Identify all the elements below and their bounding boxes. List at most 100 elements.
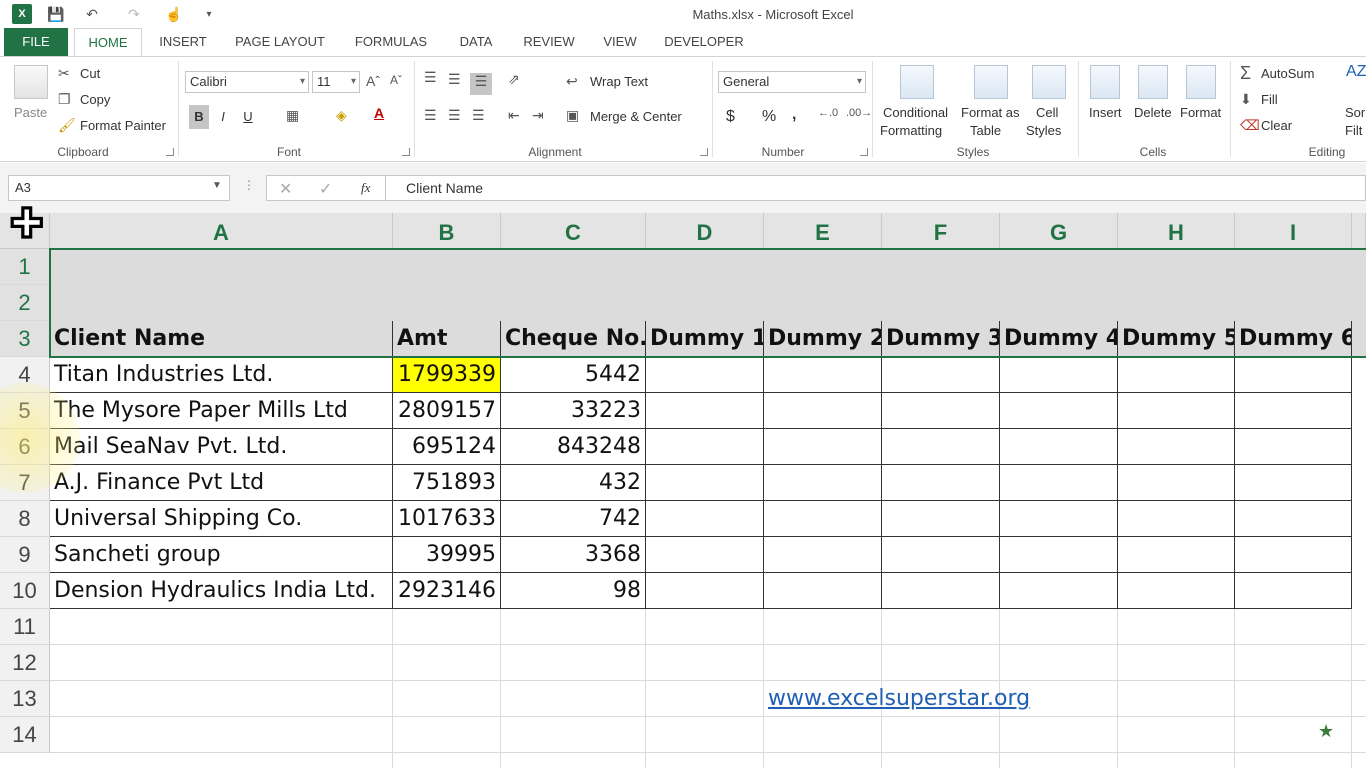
font-launcher-icon[interactable]	[402, 148, 410, 156]
format-cells-icon[interactable]	[1186, 65, 1216, 99]
cell-styles-label-2[interactable]: Styles	[1026, 123, 1061, 138]
enter-icon[interactable]: ✓	[319, 179, 332, 199]
row-header-14[interactable]: 14	[0, 717, 50, 753]
name-box[interactable]: A3	[8, 175, 230, 201]
wrap-text-button[interactable]: Wrap Text	[590, 74, 648, 89]
row-header-13[interactable]: 13	[0, 681, 50, 717]
cell-c9[interactable]: 3368	[501, 537, 646, 573]
font-color-icon[interactable]: A	[374, 105, 384, 121]
align-center-icon[interactable]: ☰	[448, 107, 461, 124]
cell-a9[interactable]: Sancheti group	[50, 537, 393, 573]
row-header-12[interactable]: 12	[0, 645, 50, 681]
tab-home[interactable]: HOME	[74, 28, 142, 57]
conditional-formatting-label-2[interactable]: Formatting	[880, 123, 942, 138]
row-header-11[interactable]: 11	[0, 609, 50, 645]
number-format-select[interactable]: General	[718, 71, 866, 93]
alignment-launcher-icon[interactable]	[700, 148, 708, 156]
align-right-icon[interactable]: ☰	[472, 107, 485, 124]
cell-a4[interactable]: Titan Industries Ltd.	[50, 357, 393, 393]
percent-button[interactable]: %	[762, 108, 776, 126]
tab-review[interactable]: REVIEW	[516, 28, 582, 56]
cell-b8[interactable]: 1017633	[393, 501, 501, 537]
wrap-text-icon[interactable]: ↩	[566, 73, 578, 90]
decrease-indent-icon[interactable]: ⇤	[508, 107, 520, 124]
column-header-e[interactable]: E	[764, 213, 882, 249]
paste-icon[interactable]	[14, 65, 48, 99]
increase-indent-icon[interactable]: ⇥	[532, 107, 544, 124]
cut-button[interactable]: Cut	[80, 66, 100, 81]
tab-view[interactable]: VIEW	[594, 28, 646, 56]
cell-b4[interactable]: 1799339	[393, 357, 501, 393]
cell-b6[interactable]: 695124	[393, 429, 501, 465]
cell-b5[interactable]: 2809157	[393, 393, 501, 429]
insert-function-icon[interactable]: fx	[361, 180, 370, 196]
fill-button[interactable]: Fill	[1261, 92, 1278, 107]
cell-c6[interactable]: 843248	[501, 429, 646, 465]
cell-b9[interactable]: 39995	[393, 537, 501, 573]
row-header-10[interactable]: 10	[0, 573, 50, 609]
copy-button[interactable]: Copy	[80, 92, 110, 107]
autosum-icon[interactable]: Σ	[1240, 63, 1251, 84]
sort-filter-label-2[interactable]: Filt	[1345, 123, 1362, 138]
borders-icon[interactable]: ▦	[286, 107, 299, 124]
cell-c4[interactable]: 5442	[501, 357, 646, 393]
paste-button[interactable]: Paste	[14, 105, 47, 120]
italic-button[interactable]: I	[215, 105, 231, 129]
increase-font-icon[interactable]: Aˆ	[366, 73, 380, 89]
bottom-align-icon[interactable]: ☰	[470, 73, 492, 95]
format-as-table-button[interactable]: Format as	[961, 105, 1020, 120]
tab-page-layout[interactable]: PAGE LAYOUT	[226, 28, 334, 56]
currency-button[interactable]: $	[726, 108, 735, 126]
top-align-icon[interactable]: ☰	[424, 69, 437, 86]
align-left-icon[interactable]: ☰	[424, 107, 437, 124]
column-header-partial[interactable]	[1352, 213, 1366, 249]
column-header-b[interactable]: B	[393, 213, 501, 249]
tab-formulas[interactable]: FORMULAS	[346, 28, 436, 56]
cell-b10[interactable]: 2923146	[393, 573, 501, 609]
cell-c10[interactable]: 98	[501, 573, 646, 609]
cell-a8[interactable]: Universal Shipping Co.	[50, 501, 393, 537]
cell-a7[interactable]: A.J. Finance Pvt Ltd	[50, 465, 393, 501]
cancel-icon[interactable]: ✕	[279, 179, 292, 199]
merge-center-button[interactable]: Merge & Center	[590, 109, 682, 124]
clear-icon[interactable]: ⌫	[1240, 117, 1260, 134]
sort-filter-button[interactable]: Sor	[1345, 105, 1365, 120]
row-header-1[interactable]: 1	[0, 249, 50, 285]
clipboard-launcher-icon[interactable]	[166, 148, 174, 156]
column-header-h[interactable]: H	[1118, 213, 1235, 249]
formula-bar-grip-icon[interactable]: ⋮	[243, 178, 255, 192]
format-as-table-icon[interactable]	[974, 65, 1008, 99]
cell-a10[interactable]: Dension Hydraulics India Ltd.	[50, 573, 393, 609]
decrease-font-icon[interactable]: Aˇ	[390, 73, 402, 87]
website-link[interactable]: www.excelsuperstar.org	[768, 686, 1030, 711]
cell-a5[interactable]: The Mysore Paper Mills Ltd	[50, 393, 393, 429]
tab-insert[interactable]: INSERT	[152, 28, 214, 56]
column-header-d[interactable]: D	[646, 213, 764, 249]
cell-styles-button[interactable]: Cell	[1036, 105, 1058, 120]
tab-developer[interactable]: DEVELOPER	[658, 28, 750, 56]
font-size-select[interactable]: 11	[312, 71, 360, 93]
font-name-select[interactable]: Calibri	[185, 71, 309, 93]
comma-button[interactable]: ,	[792, 106, 796, 124]
bold-button[interactable]: B	[189, 105, 209, 129]
name-box-dropdown-icon[interactable]: ▼	[212, 180, 222, 191]
column-header-f[interactable]: F	[882, 213, 1000, 249]
column-header-a[interactable]: A	[50, 213, 393, 249]
cut-icon[interactable]: ✂	[58, 65, 70, 82]
formula-input[interactable]: Client Name	[386, 175, 1366, 201]
orientation-icon[interactable]: ⇗	[508, 71, 520, 88]
autosum-button[interactable]: AutoSum	[1261, 66, 1314, 81]
number-launcher-icon[interactable]	[860, 148, 868, 156]
fill-color-icon[interactable]: ◈	[336, 107, 347, 124]
cell-b7[interactable]: 751893	[393, 465, 501, 501]
format-painter-button[interactable]: Format Painter	[80, 118, 166, 133]
conditional-formatting-icon[interactable]	[900, 65, 934, 99]
column-header-c[interactable]: C	[501, 213, 646, 249]
cell-a6[interactable]: Mail SeaNav Pvt. Ltd.	[50, 429, 393, 465]
increase-decimal-icon[interactable]: ←.0	[818, 107, 838, 119]
delete-cells-button[interactable]: Delete	[1134, 105, 1172, 120]
row-header-2[interactable]: 2	[0, 285, 50, 321]
row-header-9[interactable]: 9	[0, 537, 50, 573]
cell-c7[interactable]: 432	[501, 465, 646, 501]
column-header-i[interactable]: I	[1235, 213, 1352, 249]
